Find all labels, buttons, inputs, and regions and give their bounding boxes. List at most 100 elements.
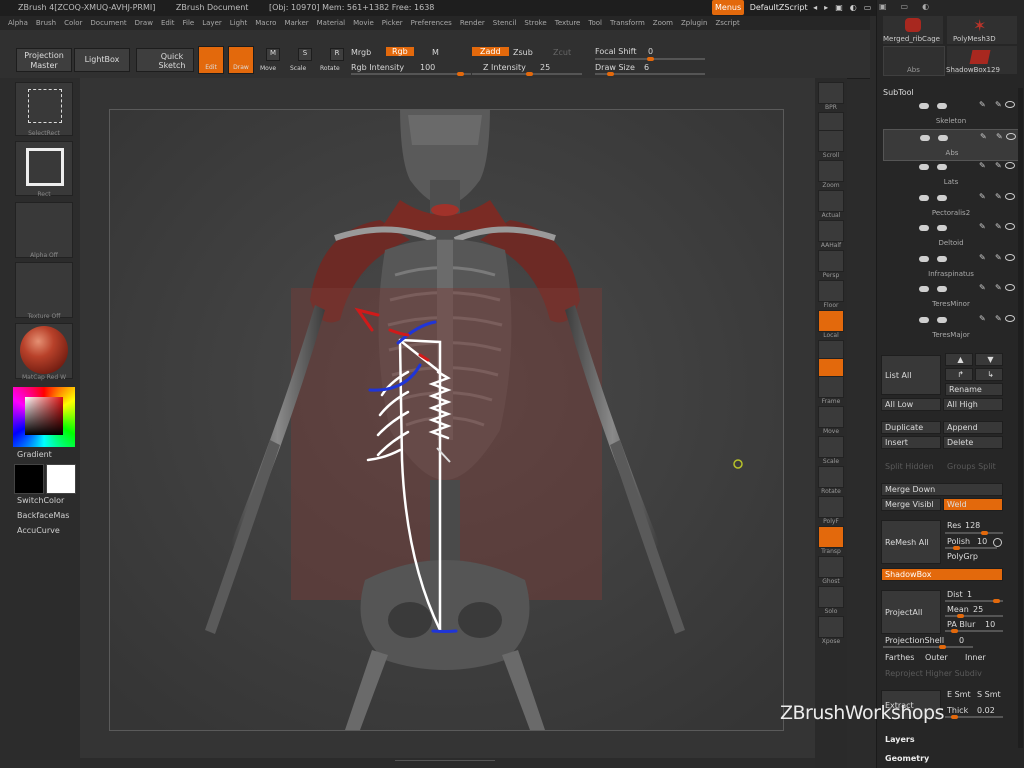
projectionshell-slider[interactable] [883, 645, 973, 649]
switchcolor-button[interactable]: SwitchColor [17, 496, 64, 505]
shelf-transp-button[interactable] [818, 526, 844, 548]
menu-file[interactable]: File [183, 19, 195, 27]
farthest-button[interactable]: Farthes [885, 653, 914, 662]
rotate-button[interactable]: Rotate [320, 65, 340, 72]
menu-brush[interactable]: Brush [36, 19, 56, 27]
menu-zscript[interactable]: Zscript [715, 19, 739, 27]
split-hidden-button[interactable]: Split Hidden [885, 462, 934, 471]
shelf-solo-button[interactable] [818, 586, 844, 608]
rgb-intensity-slider[interactable] [351, 72, 471, 76]
dist-slider[interactable] [945, 599, 1003, 603]
projection-master-button[interactable]: Projection Master [16, 48, 72, 72]
arrow-down-button[interactable]: ▼ [975, 353, 1003, 366]
rgb-intensity-value[interactable]: 100 [420, 63, 435, 72]
main-color-swatch[interactable] [46, 464, 76, 494]
brush-icon[interactable]: ✎ [995, 222, 1002, 231]
mean-value[interactable]: 25 [973, 605, 983, 614]
subtool-item[interactable]: ✎ ✎ Skeleton [883, 98, 1019, 128]
gradient-label[interactable]: Gradient [17, 450, 52, 459]
subtool-list[interactable]: ✎ ✎ Skeleton ✎ ✎ Abs ✎ ✎ Lats ✎ ✎ Pectoralis2 ✎ ✎ Delt… [879, 98, 1023, 348]
shelf-polyf-button[interactable] [818, 496, 844, 518]
m-button[interactable]: M [432, 48, 439, 57]
menu-movie[interactable]: Movie [353, 19, 374, 27]
subtool-item[interactable]: ✎ ✎ Pectoralis2 [883, 190, 1019, 220]
shelf-actual-button[interactable] [818, 190, 844, 212]
delete-button[interactable]: Delete [943, 436, 1003, 449]
shelf-frame-button[interactable] [818, 376, 844, 398]
shelf-rotate-button[interactable] [818, 466, 844, 488]
alpha-slot[interactable] [15, 202, 73, 258]
subtool-visibility-toggle[interactable] [919, 103, 929, 109]
shelf-floor-button[interactable] [818, 280, 844, 302]
polish-value[interactable]: 10 [977, 537, 987, 546]
lightbox-button[interactable]: LightBox [74, 48, 130, 72]
subtool-visibility-toggle[interactable] [919, 164, 929, 170]
subtool-polypaint-toggle[interactable] [937, 225, 947, 231]
menu-zplugin[interactable]: Zplugin [681, 19, 707, 27]
merge-visible-button[interactable]: Merge Visibl [881, 498, 941, 511]
menu-texture[interactable]: Texture [555, 19, 581, 27]
menu-document[interactable]: Document [90, 19, 126, 27]
zsub-button[interactable]: Zsub [513, 48, 533, 57]
subtool-visibility-toggle[interactable] [919, 194, 929, 201]
all-low-button[interactable]: All Low [881, 398, 941, 411]
brush-icon[interactable]: ✎ [980, 132, 987, 141]
rgb-button[interactable]: Rgb [386, 47, 414, 56]
document-canvas[interactable] [109, 109, 784, 731]
z-intensity-value[interactable]: 25 [540, 63, 550, 72]
polygrp-button[interactable]: PolyGrp [947, 552, 978, 561]
menu-zoom[interactable]: Zoom [653, 19, 673, 27]
shadowbox-button[interactable]: ShadowBox [881, 568, 1003, 581]
menu-tool[interactable]: Tool [588, 19, 602, 27]
shelf-xpose-button[interactable] [818, 616, 844, 638]
subtool-polypaint-toggle[interactable] [937, 316, 947, 323]
zcut-button[interactable]: Zcut [553, 48, 571, 57]
material-slot[interactable] [15, 323, 73, 379]
all-high-button[interactable]: All High [943, 398, 1003, 411]
shelf-zoom-button[interactable] [818, 160, 844, 182]
rect-stroke[interactable] [15, 141, 73, 196]
menu-picker[interactable]: Picker [382, 19, 403, 27]
brush-icon[interactable]: ✎ [979, 100, 986, 109]
brush-icon[interactable]: ✎ [979, 161, 986, 170]
s-smt-label[interactable]: S Smt [977, 690, 1001, 699]
subtool-item[interactable]: ✎ ✎ Lats [883, 159, 1019, 189]
subtool-item[interactable]: ✎ ✎ Deltoid [883, 220, 1019, 250]
arrow-up-right-button[interactable]: ↱ [945, 368, 973, 381]
insert-button[interactable]: Insert [881, 436, 941, 449]
color-saturation-square[interactable] [25, 397, 63, 435]
brush-icon[interactable]: ✎ [995, 283, 1002, 292]
menu-layer[interactable]: Layer [202, 19, 222, 27]
merge-down-button[interactable]: Merge Down [881, 483, 1003, 496]
brush-icon[interactable]: ✎ [995, 253, 1002, 262]
res-value[interactable]: 128 [965, 521, 980, 530]
weld-button[interactable]: Weld [943, 498, 1003, 511]
brush-icon[interactable]: ✎ [995, 314, 1002, 323]
eye-icon[interactable] [1005, 253, 1015, 261]
groups-split-button[interactable]: Groups Split [947, 462, 996, 471]
pa-blur-value[interactable]: 10 [985, 620, 995, 629]
menu-transform[interactable]: Transform [610, 19, 645, 27]
subtool-item[interactable]: ✎ ✎ Infraspinatus [883, 251, 1019, 281]
res-slider[interactable] [945, 531, 1003, 535]
canvas-scroll-indicator[interactable] [395, 760, 495, 767]
subtool-header[interactable]: SubTool [883, 88, 914, 97]
subtool-polypaint-toggle[interactable] [937, 255, 947, 262]
brush-icon[interactable]: ✎ [979, 253, 986, 262]
shelf-ghost-button[interactable] [818, 556, 844, 578]
zadd-button[interactable]: Zadd [472, 47, 509, 56]
shelf-bpr-button[interactable] [818, 82, 844, 104]
focal-shift-slider[interactable] [595, 57, 705, 61]
subtool-visibility-toggle[interactable] [920, 134, 930, 141]
color-picker[interactable] [13, 387, 75, 447]
draw-button[interactable]: Draw [228, 46, 254, 74]
shelf-aahalf-button[interactable] [818, 220, 844, 242]
subtool-polypaint-toggle[interactable] [938, 134, 948, 141]
edit-button[interactable]: Edit [198, 46, 224, 74]
brush-icon[interactable]: ✎ [995, 100, 1002, 109]
shelf-scroll-button[interactable] [818, 130, 844, 152]
menu-color[interactable]: Color [64, 19, 82, 27]
menu-render[interactable]: Render [460, 19, 485, 27]
layers-section[interactable]: Layers [885, 735, 915, 744]
reproject-button[interactable]: Reproject Higher Subdiv [885, 669, 982, 678]
